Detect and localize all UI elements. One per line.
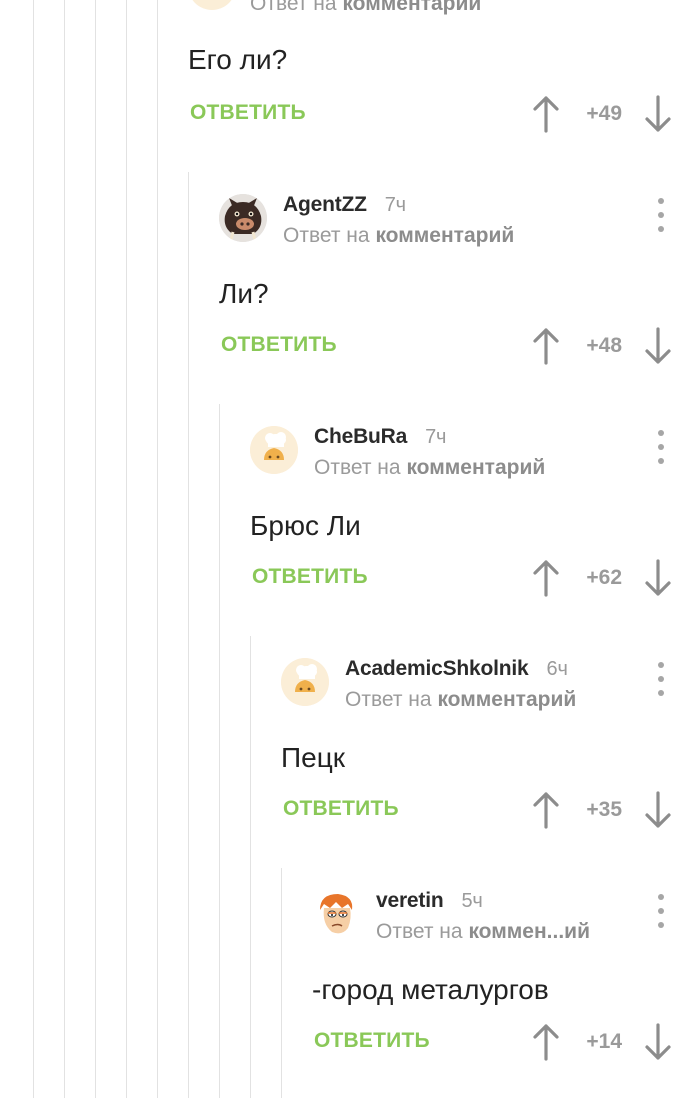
thread-line [157, 0, 158, 1098]
vote-down-icon[interactable] [644, 327, 672, 365]
rating-value: +62 [586, 566, 622, 589]
author-name[interactable]: veretin 5ч [376, 889, 483, 913]
comment-actions: ОТВЕТИТЬ +49 [188, 95, 700, 135]
comment-text: Пецк [281, 742, 345, 773]
more-options-icon[interactable] [656, 894, 666, 928]
comment-text: Ли? [219, 278, 269, 309]
more-options-icon[interactable] [656, 198, 666, 232]
comment-text: -город металургов [312, 974, 549, 1005]
reply-to-link[interactable]: Ответ на коммен...ий [376, 920, 590, 944]
comment-time: 7ч [425, 426, 447, 448]
vote-down-icon[interactable] [644, 1023, 672, 1061]
comment-text: Брюс Ли [250, 510, 361, 541]
thread-line [281, 868, 282, 1098]
comment-header: AgentZZ 7ч Ответ на комментарий [219, 193, 700, 254]
thread-line [95, 0, 96, 1098]
chef-hat-avatar-icon [281, 658, 329, 706]
author-name[interactable]: CheBuRa 7ч [314, 425, 446, 449]
reply-button[interactable]: ОТВЕТИТЬ [221, 333, 337, 357]
rating-value: +35 [586, 798, 622, 821]
rating-value: +48 [586, 334, 622, 357]
comment-actions: ОТВЕТИТЬ +35 [281, 791, 700, 831]
avatar[interactable] [219, 194, 267, 242]
avatar[interactable] [188, 0, 236, 10]
thread-line [219, 404, 220, 1098]
more-options-icon[interactable] [656, 662, 666, 696]
avatar[interactable] [250, 426, 298, 474]
vote-up-icon[interactable] [532, 327, 560, 365]
reply-to-link[interactable]: Ответ на комментарий [345, 688, 576, 712]
comment-actions: ОТВЕТИТЬ +62 [250, 559, 700, 599]
vote-down-icon[interactable] [644, 95, 672, 133]
thread-line [33, 0, 34, 1098]
avatar[interactable] [312, 890, 360, 938]
comment-header: AcademicShkolnik 6ч Ответ на комментарий [281, 657, 700, 718]
thread-line [126, 0, 127, 1098]
comment-header: CheBuRa 7ч Ответ на комментарий [250, 425, 700, 486]
reply-button[interactable]: ОТВЕТИТЬ [252, 565, 368, 589]
fry-avatar-icon [312, 890, 360, 938]
comment-time: 5ч [461, 890, 483, 912]
comment: AgentZZ 7ч Ответ на комментарий Ли? ОТВЕТ… [219, 193, 700, 394]
comment-text: Его ли? [188, 44, 288, 75]
pig-avatar-icon [219, 194, 267, 242]
comment: AcademicShkolnik 6ч Ответ на комментарий … [281, 657, 700, 858]
reply-button[interactable]: ОТВЕТИТЬ [314, 1029, 430, 1053]
thread-line [188, 172, 189, 1098]
comment: CheBuRa 7ч Ответ на комментарий Брюс Ли О… [250, 425, 700, 626]
vote-down-icon[interactable] [644, 559, 672, 597]
chef-hat-avatar-icon [250, 426, 298, 474]
reply-to-link[interactable]: Ответ на комментарий [314, 456, 545, 480]
comment-header: veretin 5ч Ответ на коммен...ий [312, 889, 700, 950]
comment-time: 6ч [546, 658, 568, 680]
reply-button[interactable]: ОТВЕТИТЬ [190, 101, 306, 125]
thread-line [64, 0, 65, 1098]
thread-line [250, 636, 251, 1098]
vote-up-icon[interactable] [532, 559, 560, 597]
author-name[interactable]: AgentZZ 7ч [283, 193, 406, 217]
more-options-icon[interactable] [656, 430, 666, 464]
avatar[interactable] [281, 658, 329, 706]
reply-to-link[interactable]: Ответ на комментарий [250, 0, 481, 16]
reply-to-link[interactable]: Ответ на комментарий [283, 224, 514, 248]
comment: Ответ на комментарий Его ли? ОТВЕТИТЬ +4… [188, 0, 700, 150]
rating-value: +14 [586, 1030, 622, 1053]
comment-actions: ОТВЕТИТЬ +48 [219, 327, 700, 367]
vote-down-icon[interactable] [644, 791, 672, 829]
comment-actions: ОТВЕТИТЬ +14 [312, 1023, 700, 1063]
comment: veretin 5ч Ответ на коммен...ий -город ме… [312, 889, 700, 1090]
vote-up-icon[interactable] [532, 95, 560, 133]
author-name[interactable]: AcademicShkolnik 6ч [345, 657, 568, 681]
vote-up-icon[interactable] [532, 1023, 560, 1061]
reply-button[interactable]: ОТВЕТИТЬ [283, 797, 399, 821]
vote-up-icon[interactable] [532, 791, 560, 829]
rating-value: +49 [586, 102, 622, 125]
comment-time: 7ч [384, 194, 406, 216]
